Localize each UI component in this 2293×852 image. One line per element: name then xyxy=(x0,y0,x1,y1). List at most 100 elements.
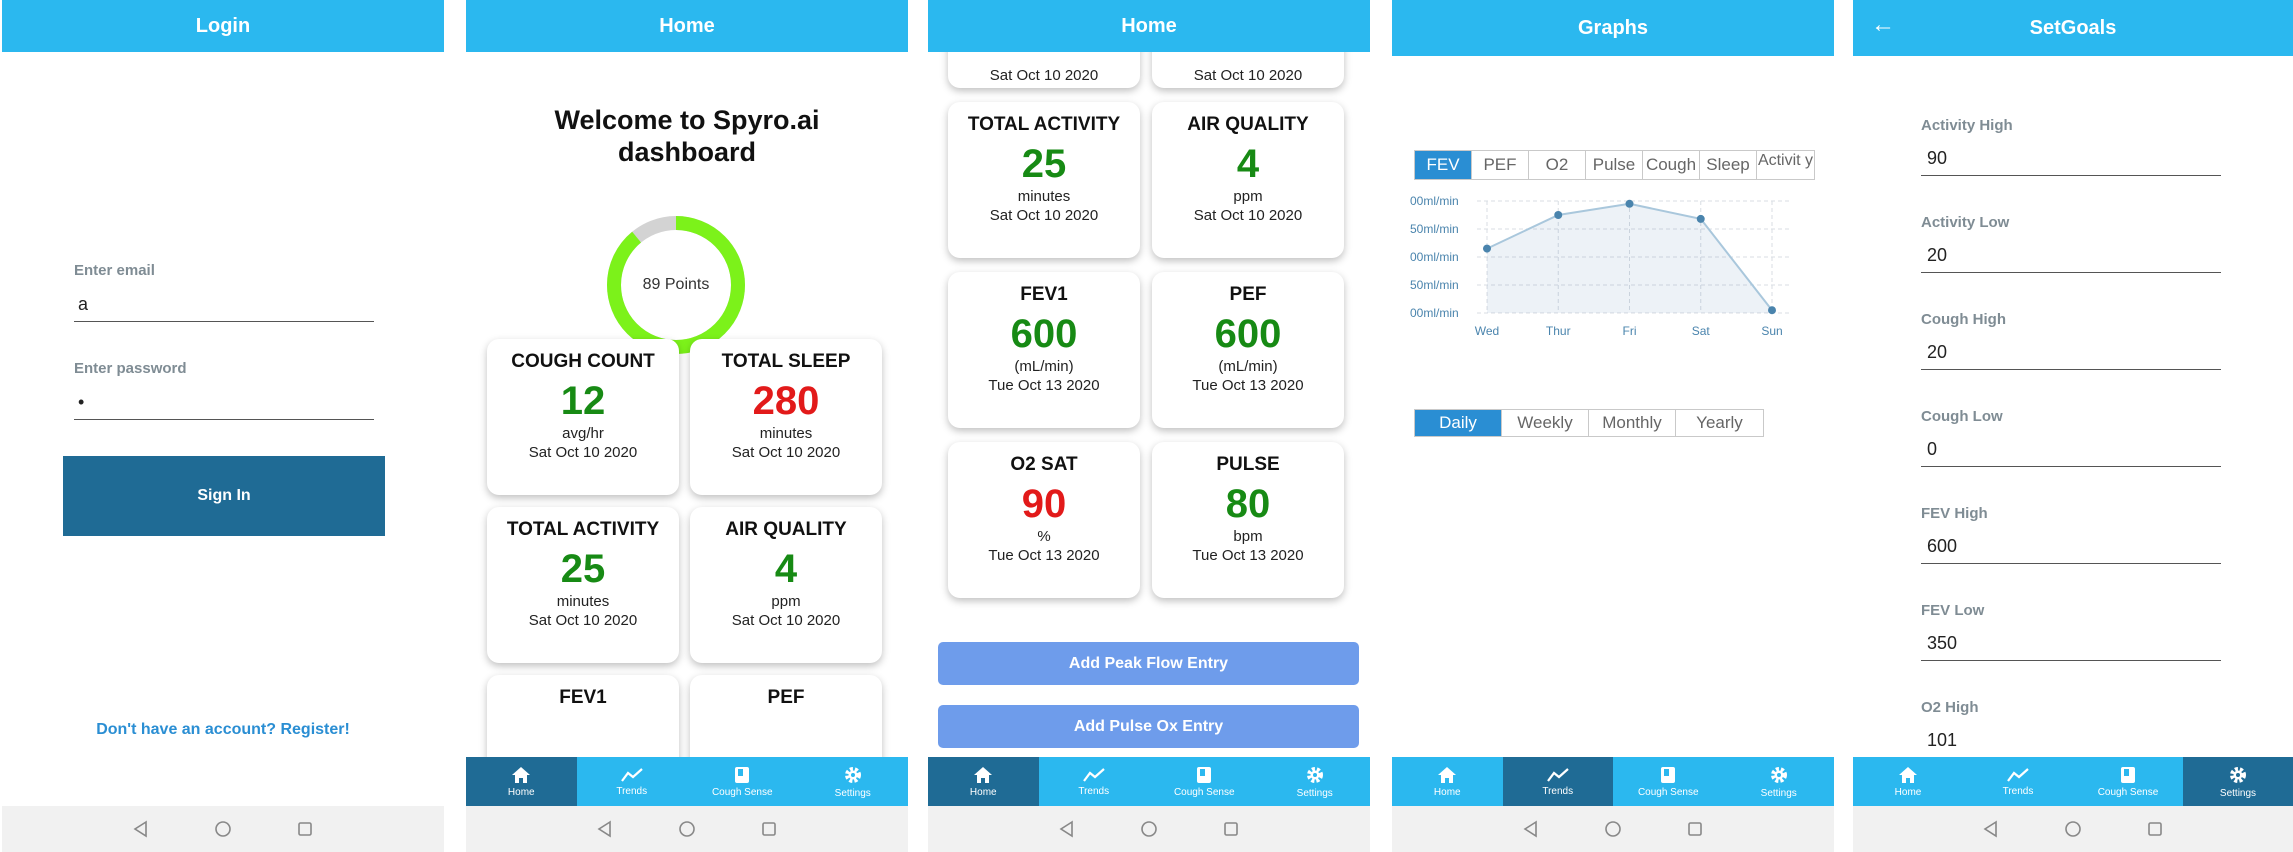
activity-high-field[interactable] xyxy=(1921,142,2221,176)
graphs-screen: Graphs FEV PEF O2 Pulse Cough Sleep Acti… xyxy=(1392,0,1834,852)
tab-cough-sense[interactable]: Cough Sense xyxy=(1613,757,1724,806)
back-arrow-icon[interactable]: ← xyxy=(1871,12,1895,38)
period-tab-daily[interactable]: Daily xyxy=(1415,410,1502,436)
password-field[interactable] xyxy=(74,386,374,420)
recents-nav-icon[interactable] xyxy=(2144,818,2166,840)
period-tab-monthly[interactable]: Monthly xyxy=(1589,410,1676,436)
recents-nav-icon[interactable] xyxy=(1220,818,1242,840)
tab-home[interactable]: Home xyxy=(1853,757,1963,806)
card-date: Sat Oct 10 2020 xyxy=(731,444,841,461)
card-date: Sat Oct 10 2020 xyxy=(1193,67,1303,84)
card-title: AIR QUALITY xyxy=(1187,114,1309,135)
data-point xyxy=(1554,211,1563,219)
home-icon xyxy=(974,766,993,783)
tab-settings[interactable]: Settings xyxy=(798,757,909,806)
metric-tab-sleep[interactable]: Sleep xyxy=(1700,151,1757,179)
total-sleep-card[interactable]: TOTAL SLEEP 280 minutes Sat Oct 10 2020 xyxy=(690,339,882,495)
card-value: 600 xyxy=(1010,312,1078,356)
password-label: Enter password xyxy=(74,360,187,377)
trends-icon xyxy=(2007,767,2029,782)
metric-tab-fev[interactable]: FEV xyxy=(1415,151,1472,179)
sign-in-button[interactable]: Sign In xyxy=(63,456,385,536)
card-title: PULSE xyxy=(1216,454,1280,475)
total-activity-card[interactable]: TOTAL ACTIVITY 25 minutes Sat Oct 10 202… xyxy=(948,102,1140,258)
tab-home[interactable]: Home xyxy=(466,757,577,806)
bottom-tab-bar: Home Trends Cough Sense Settings xyxy=(928,757,1370,806)
trends-icon xyxy=(620,767,643,782)
card-value: 280 xyxy=(752,379,820,423)
pef-card[interactable]: PEF xyxy=(690,675,882,769)
pef-card[interactable]: PEF 600 (mL/min) Tue Oct 13 2020 xyxy=(1152,272,1344,428)
card-date: Sat Oct 10 2020 xyxy=(528,444,638,461)
tab-settings[interactable]: Settings xyxy=(2183,757,2293,806)
x-tick-label: Fri xyxy=(1623,324,1637,338)
tab-settings[interactable]: Settings xyxy=(1260,757,1371,806)
add-pulse-ox-button[interactable]: Add Pulse Ox Entry xyxy=(938,705,1359,748)
y-tick-label: 00ml/min xyxy=(1410,250,1459,264)
pulse-card[interactable]: PULSE 80 bpm Tue Oct 13 2020 xyxy=(1152,442,1344,598)
back-nav-icon[interactable] xyxy=(130,818,152,840)
fev1-card[interactable]: FEV1 xyxy=(487,675,679,769)
data-point xyxy=(1768,306,1776,315)
recents-nav-icon[interactable] xyxy=(758,818,780,840)
card-unit: (mL/min) xyxy=(1014,358,1074,375)
tab-cough-sense[interactable]: Cough Sense xyxy=(1149,757,1260,806)
tab-home[interactable]: Home xyxy=(1392,757,1503,806)
cough-count-card[interactable]: COUGH COUNT 12 avg/hr Sat Oct 10 2020 xyxy=(487,339,679,495)
cough-sense-icon xyxy=(2121,766,2135,783)
gear-icon xyxy=(2230,766,2246,783)
home-scrolled-screen: Home Sat Oct 10 2020 Sat Oct 10 2020 TOT… xyxy=(928,0,1370,852)
tab-settings[interactable]: Settings xyxy=(1724,757,1835,806)
partial-card-left[interactable]: Sat Oct 10 2020 xyxy=(948,52,1140,88)
tab-label: Trends xyxy=(2002,785,2034,797)
fev-low-field[interactable] xyxy=(1921,627,2221,661)
tab-cough-sense[interactable]: Cough Sense xyxy=(2073,757,2183,806)
air-quality-card[interactable]: AIR QUALITY 4 ppm Sat Oct 10 2020 xyxy=(1152,102,1344,258)
tab-label: Home xyxy=(1433,786,1461,798)
metric-tab-pef[interactable]: PEF xyxy=(1472,151,1529,179)
fev1-card[interactable]: FEV1 600 (mL/min) Tue Oct 13 2020 xyxy=(948,272,1140,428)
home-nav-icon[interactable] xyxy=(1602,818,1624,840)
air-quality-card[interactable]: AIR QUALITY 4 ppm Sat Oct 10 2020 xyxy=(690,507,882,663)
metric-tab-cough[interactable]: Cough xyxy=(1643,151,1700,179)
partial-card-right[interactable]: Sat Oct 10 2020 xyxy=(1152,52,1344,88)
tab-trends[interactable]: Trends xyxy=(1502,757,1613,806)
register-link[interactable]: Don't have an account? Register! xyxy=(2,721,444,739)
metric-tab-activity[interactable]: Activit y xyxy=(1757,151,1814,179)
add-peak-flow-button[interactable]: Add Peak Flow Entry xyxy=(938,642,1359,685)
home-nav-icon[interactable] xyxy=(212,818,234,840)
back-nav-icon[interactable] xyxy=(1980,818,2002,840)
metric-tab-o2[interactable]: O2 xyxy=(1529,151,1586,179)
total-activity-card[interactable]: TOTAL ACTIVITY 25 minutes Sat Oct 10 202… xyxy=(487,507,679,663)
email-field[interactable] xyxy=(74,288,374,322)
back-nav-icon[interactable] xyxy=(594,818,616,840)
period-tab-yearly[interactable]: Yearly xyxy=(1676,410,1763,436)
x-tick-label: Thur xyxy=(1546,324,1571,338)
cough-low-field[interactable] xyxy=(1921,433,2221,467)
o2-sat-card[interactable]: O2 SAT 90 % Tue Oct 13 2020 xyxy=(948,442,1140,598)
o2-high-field[interactable] xyxy=(1921,724,2221,758)
back-nav-icon[interactable] xyxy=(1056,818,1078,840)
activity-low-field[interactable] xyxy=(1921,239,2221,273)
tab-trends[interactable]: Trends xyxy=(1039,757,1150,806)
home-nav-icon[interactable] xyxy=(676,818,698,840)
card-unit: minutes xyxy=(759,425,813,442)
tab-trends[interactable]: Trends xyxy=(1963,757,2073,806)
cough-high-field[interactable] xyxy=(1921,336,2221,370)
tab-cough-sense[interactable]: Cough Sense xyxy=(687,757,798,806)
back-nav-icon[interactable] xyxy=(1520,818,1542,840)
metric-tab-pulse[interactable]: Pulse xyxy=(1586,151,1643,179)
recents-nav-icon[interactable] xyxy=(294,818,316,840)
home-icon xyxy=(1438,766,1457,783)
tab-label: Trends xyxy=(1078,785,1110,797)
home-nav-icon[interactable] xyxy=(1138,818,1160,840)
recents-nav-icon[interactable] xyxy=(1684,818,1706,840)
home-nav-icon[interactable] xyxy=(2062,818,2084,840)
bottom-tab-bar: Home Trends Cough Sense Settings xyxy=(466,757,908,806)
fev-high-field[interactable] xyxy=(1921,530,2221,564)
period-tab-weekly[interactable]: Weekly xyxy=(1502,410,1589,436)
tab-home[interactable]: Home xyxy=(928,757,1039,806)
card-title: AIR QUALITY xyxy=(725,519,847,540)
card-title: TOTAL ACTIVITY xyxy=(967,114,1121,135)
tab-trends[interactable]: Trends xyxy=(577,757,688,806)
